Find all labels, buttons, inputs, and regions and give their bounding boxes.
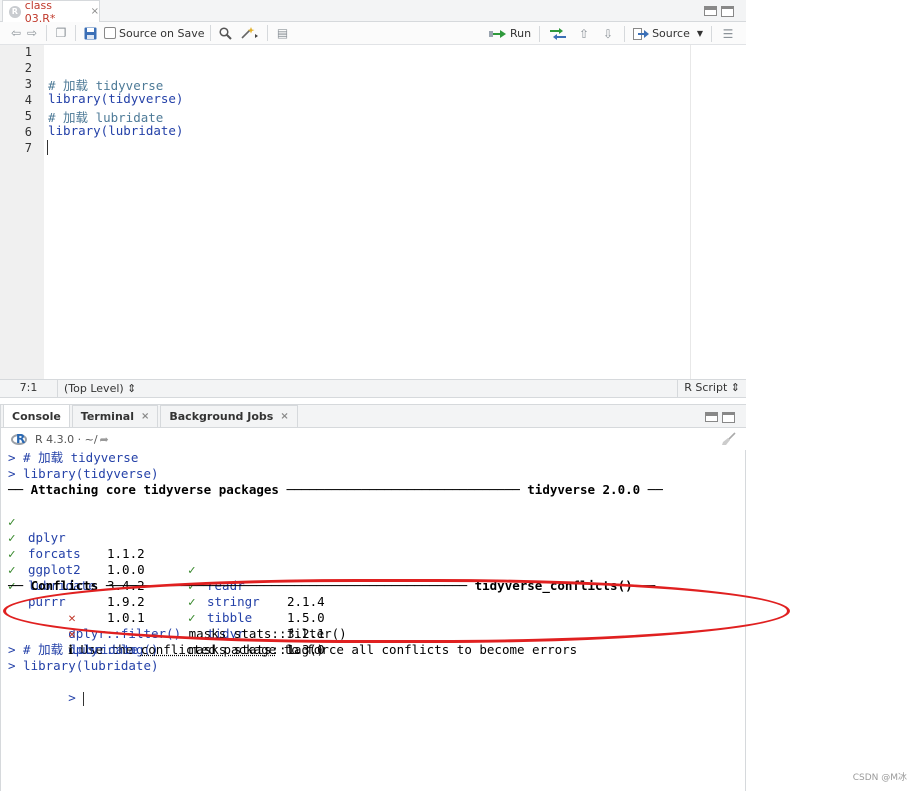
- code-line-4[interactable]: library(tidyverse): [48, 91, 183, 106]
- package-row: ✓ dplyr 1.1.2 ✓ readr 2.1.4: [8, 514, 325, 609]
- source-on-save-label: Source on Save: [119, 26, 205, 40]
- package-row: ✓ forcats 1.0.0 ✓ stringr 1.5.0: [8, 530, 325, 625]
- editor-status-bar: 7:1 (Top Level) ⇕ R Script ⇕: [0, 379, 746, 398]
- line-number: 7: [24, 141, 32, 155]
- line-number: 2: [24, 61, 32, 75]
- r-version-label: R 4.3.0 · ~/: [35, 432, 98, 446]
- conflict-row: ✕ dplyr::filter() masks stats::filter(): [68, 610, 347, 641]
- source-on-save-checkbox[interactable]: [104, 27, 116, 39]
- r-file-icon: R: [9, 5, 21, 18]
- console-prompt[interactable]: >: [8, 674, 85, 706]
- maximize-pane-icon[interactable]: [722, 412, 735, 423]
- source-label: Source: [652, 27, 690, 40]
- save-icon[interactable]: [82, 25, 98, 41]
- magic-wand-icon[interactable]: [239, 25, 261, 41]
- console-input-line: > library(lubridate): [8, 658, 159, 673]
- tab-label: Console: [12, 409, 61, 423]
- console-input-line: > # 加载 lubridate: [8, 642, 139, 657]
- source-editor-pane: R class 03.R* × ⇦ ⇨ ❐ Source on Save ▤ R…: [0, 0, 746, 398]
- console-input-line: > # 加载 tidyverse: [8, 450, 139, 465]
- package-row: ✓ lubridate 1.9.2 ✓ tidyr 1.3.0: [8, 562, 325, 657]
- close-icon[interactable]: ×: [141, 411, 149, 422]
- r-logo-icon: R: [11, 432, 29, 446]
- tab-terminal[interactable]: Terminal ×: [71, 405, 159, 427]
- minimize-pane-icon[interactable]: [705, 412, 718, 422]
- tab-console[interactable]: Console: [3, 404, 70, 427]
- conflict-row: ✕ dplyr::lag() masks stats::lag(): [68, 626, 325, 657]
- editor-toolbar: ⇦ ⇨ ❐ Source on Save ▤ Run ⇧ ⇩ Source ▼ …: [0, 22, 746, 45]
- maximize-pane-icon[interactable]: [721, 6, 734, 17]
- console-pane-controls: [705, 412, 735, 423]
- show-in-window-icon[interactable]: ❐: [53, 25, 69, 41]
- forward-arrow-icon[interactable]: ⇨: [24, 25, 40, 41]
- go-down-icon[interactable]: ⇩: [600, 26, 616, 42]
- conflicted-package-link[interactable]: conflicted package: [141, 642, 276, 657]
- margin-guide: [690, 45, 691, 379]
- outline-menu-icon[interactable]: ☰: [720, 26, 736, 42]
- close-icon[interactable]: ×: [280, 411, 288, 422]
- back-arrow-icon[interactable]: ⇦: [8, 25, 24, 41]
- editor-pane-controls: [704, 6, 734, 17]
- line-number: 1: [24, 45, 32, 59]
- toolbar-divider: [46, 25, 47, 41]
- tab-label: Terminal: [80, 410, 134, 423]
- line-number: 4: [24, 93, 32, 107]
- toolbar-divider: [75, 25, 76, 41]
- run-label: Run: [509, 27, 532, 40]
- console-pane: Console Terminal × Background Jobs × R R…: [0, 404, 790, 791]
- rerun-icon[interactable]: [548, 26, 568, 42]
- console-input-line: > library(tidyverse): [8, 466, 159, 481]
- tab-background-jobs[interactable]: Background Jobs ×: [160, 405, 298, 427]
- editor-tab-class03[interactable]: R class 03.R* ×: [2, 0, 100, 25]
- go-to-directory-icon[interactable]: ➦: [100, 433, 109, 446]
- scope-selector[interactable]: (Top Level) ⇕: [58, 382, 136, 395]
- console-tabbar: Console Terminal × Background Jobs ×: [1, 404, 746, 428]
- close-icon[interactable]: ×: [91, 6, 99, 17]
- console-info-bar: R R 4.3.0 · ~/ ➦: [1, 428, 746, 450]
- rstudio-window: R class 03.R* × ⇦ ⇨ ❐ Source on Save ▤ R…: [0, 0, 790, 791]
- cursor-position: 7:1: [0, 379, 58, 398]
- editor-toolbar-right: Run ⇧ ⇩ Source ▼ ☰: [488, 22, 736, 45]
- code-line-6[interactable]: library(lubridate): [48, 123, 183, 138]
- compile-report-icon[interactable]: ▤: [274, 25, 290, 41]
- attaching-header: ── Attaching core tidyverse packages ───…: [8, 482, 663, 497]
- clear-console-broom-icon[interactable]: [722, 432, 736, 450]
- code-editor[interactable]: 1 2 3 4 5 6 7 # 加载 tidyverse library(tid…: [0, 45, 746, 379]
- toolbar-divider: [539, 25, 541, 42]
- toolbar-divider: [210, 25, 212, 41]
- toolbar-divider: [267, 25, 269, 41]
- console-cursor: [83, 691, 85, 706]
- line-number: 3: [24, 77, 32, 91]
- go-up-icon[interactable]: ⇧: [576, 26, 592, 42]
- package-row: ✓ purrr 1.0.1: [8, 578, 145, 625]
- line-number-gutter: 1 2 3 4 5 6 7: [0, 45, 44, 379]
- conflict-info-line: ℹ Use the conflicted package to force al…: [68, 642, 578, 657]
- text-cursor: [47, 140, 48, 155]
- run-arrow-icon: [488, 29, 506, 38]
- source-arrow-icon: [633, 27, 650, 40]
- line-number: 6: [24, 125, 32, 139]
- toolbar-divider: [624, 25, 626, 42]
- editor-tab-title: class 03.R*: [24, 0, 56, 25]
- file-type-selector[interactable]: R Script ⇕: [677, 379, 740, 398]
- console-output[interactable]: > # 加载 tidyverse > library(tidyverse) ──…: [1, 450, 746, 791]
- conflicts-header: ── Conflicts ───────────────────────────…: [8, 578, 656, 593]
- minimize-pane-icon[interactable]: [704, 6, 717, 16]
- run-button[interactable]: Run: [488, 27, 532, 40]
- watermark: CSDN @M冰: [852, 773, 907, 783]
- line-number: 5: [24, 109, 32, 123]
- editor-tabbar: R class 03.R* ×: [0, 0, 746, 25]
- source-button[interactable]: Source ▼: [633, 27, 703, 40]
- toolbar-divider: [711, 25, 712, 42]
- chevron-down-icon[interactable]: ▼: [697, 29, 703, 38]
- tab-label: Background Jobs: [169, 410, 274, 423]
- search-icon[interactable]: [217, 25, 233, 41]
- package-row: ✓ ggplot2 3.4.2 ✓ tibble 3.2.1: [8, 546, 325, 641]
